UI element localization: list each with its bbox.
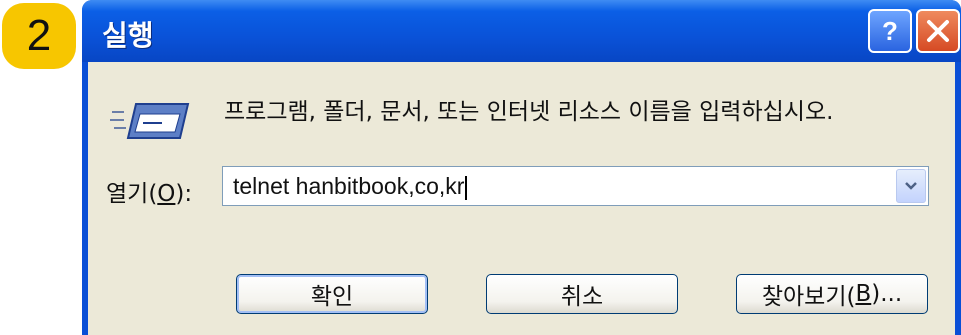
svg-text:?: ? (882, 17, 898, 45)
title-bar[interactable]: 실행 ? (82, 0, 961, 62)
close-icon (927, 20, 949, 42)
help-icon: ? (882, 17, 898, 45)
open-label-mnemonic: O (157, 181, 176, 207)
instruction-text: 프로그램, 폴더, 문서, 또는 인터넷 리소스 이름을 입력하십시오. (224, 99, 834, 125)
run-dialog: 실행 ? 프로그램, 폴더, 문서, 또는 인터넷 리소스 이름을 입력하십시오… (82, 0, 961, 335)
text-caret (465, 175, 468, 200)
browse-label-prefix: 찾아보기( (761, 284, 856, 310)
dialog-body: 프로그램, 폴더, 문서, 또는 인터넷 리소스 이름을 입력하십시오. 열기(… (88, 62, 955, 335)
ok-button[interactable]: 확인 (236, 274, 428, 314)
command-combobox[interactable]: telnet hanbitbook,co,kr (222, 166, 929, 206)
browse-label-suffix: )... (871, 281, 903, 307)
cancel-button[interactable]: 취소 (486, 274, 678, 314)
run-program-icon (110, 103, 190, 139)
command-input[interactable]: telnet hanbitbook,co,kr (233, 173, 468, 200)
step-number: 2 (26, 11, 52, 60)
browse-label-mnemonic: B (855, 281, 872, 307)
close-button[interactable] (916, 9, 960, 53)
open-label-suffix: ): (175, 181, 193, 207)
window-title: 실행 (102, 19, 154, 52)
help-button[interactable]: ? (868, 9, 912, 53)
dropdown-button[interactable] (896, 169, 926, 203)
open-label-prefix: 열기( (106, 181, 158, 207)
open-label: 열기(O): (106, 174, 192, 208)
command-value: telnet hanbitbook,co,kr (233, 173, 465, 199)
browse-button[interactable]: 찾아보기(B)... (736, 274, 928, 314)
step-badge: 2 (2, 3, 76, 69)
chevron-down-icon (905, 182, 917, 190)
